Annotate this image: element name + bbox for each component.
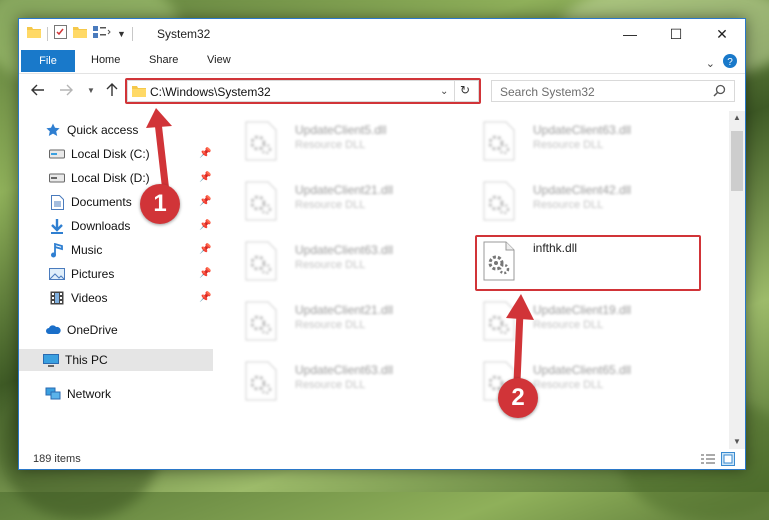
arrow-up-to-address [154,118,170,196]
step-2-badge: 2 [498,378,538,418]
step-1-badge: 1 [140,184,180,224]
arrow-head [146,108,172,128]
arrow-head [506,294,534,320]
annotation-arrows [146,108,534,386]
arrow-up-to-file [513,308,524,386]
